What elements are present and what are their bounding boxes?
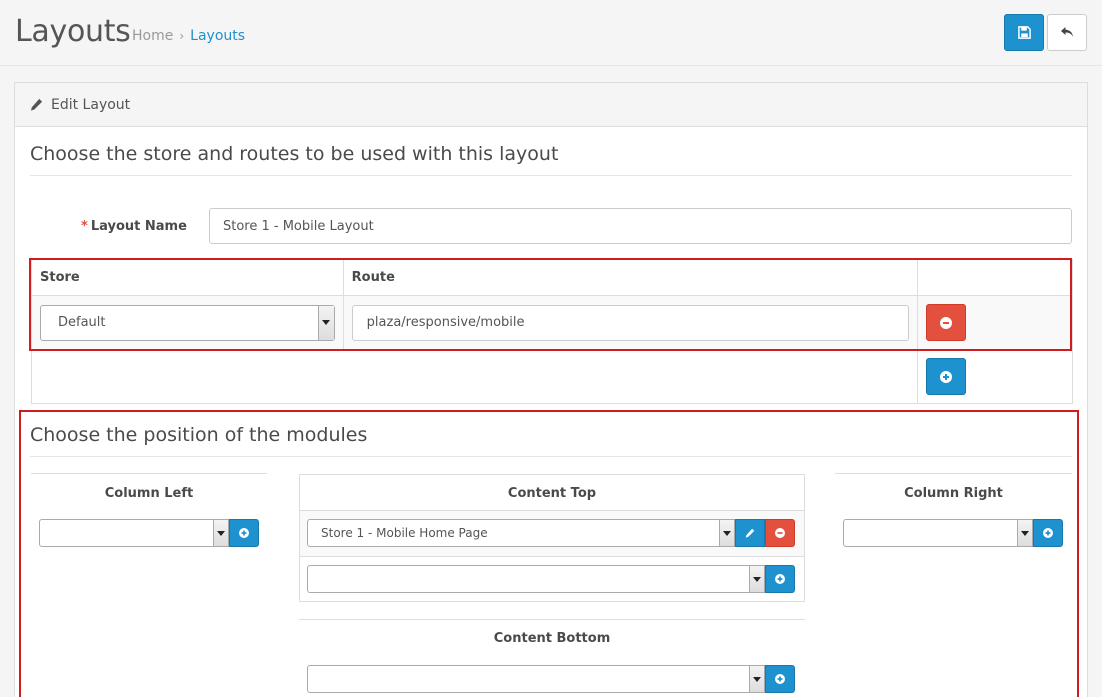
save-button[interactable] [1004,14,1044,51]
content-top-module-select[interactable]: Store 1 - Mobile Home Page [307,519,735,547]
layout-name-label: * Layout Name [81,219,187,234]
plus-circle-icon [239,528,249,538]
modules-legend: Choose the position of the modules [30,424,1072,457]
plus-circle-icon [940,370,953,383]
pencil-icon [745,528,755,538]
column-left-rule [31,473,267,474]
add-route-button[interactable] [926,358,967,395]
table-add-row [30,349,1073,404]
chevron-down-icon [749,566,764,592]
page-title: Layouts [15,14,131,49]
plus-circle-icon [775,574,785,584]
content-top-new-select[interactable] [307,565,765,593]
content-bottom-title: Content Bottom [493,631,611,646]
reply-icon [1061,27,1073,37]
content-bottom-select[interactable] [307,665,765,693]
chevron-down-icon [1017,520,1032,546]
edit-module-button[interactable] [735,519,765,547]
panel-title: Edit Layout [51,96,131,113]
routes-legend: Choose the store and routes to be used w… [30,143,1072,176]
column-header-route: Route [342,259,919,296]
breadcrumb-separator: › [179,29,185,43]
content-top-module-row: Store 1 - Mobile Home Page [307,519,795,547]
remove-module-button[interactable] [765,519,795,547]
chevron-down-icon [317,305,334,340]
page-header: Layouts Home › Layouts [0,0,1102,66]
panel-heading: Edit Layout [15,83,1087,127]
content-bottom-rule [299,619,805,620]
edit-layout-panel: Edit Layout Choose the store and routes … [14,82,1088,697]
column-right-add-button[interactable] [1033,519,1063,547]
chevron-down-icon [213,520,228,546]
remove-route-button[interactable] [926,304,967,341]
pencil-icon [30,98,43,111]
column-left-select[interactable] [39,519,229,547]
chevron-down-icon [719,520,734,546]
column-left-title: Column Left [104,486,194,501]
column-header-store: Store [31,259,344,296]
chevron-down-icon [749,666,764,692]
minus-circle-icon [940,316,953,329]
column-right-row [843,519,1063,547]
column-right-rule [835,473,1072,474]
store-select[interactable]: Default [40,304,335,341]
content-top-title: Content Top [507,486,597,501]
column-left-row [39,519,259,547]
plus-circle-icon [775,674,785,684]
column-header-actions [917,259,1073,296]
column-right-select[interactable] [843,519,1033,547]
route-table: Store Route Default plaza/responsive/mob… [30,259,1073,404]
back-button[interactable] [1047,14,1087,51]
minus-circle-icon [775,528,785,538]
column-right-title: Column Right [904,486,1003,501]
content-top-new-row [307,565,795,593]
table-header-row: Store Route [31,259,1073,296]
route-input[interactable]: plaza/responsive/mobile [351,304,910,341]
content-bottom-add-button[interactable] [765,665,795,693]
column-left-add-button[interactable] [229,519,259,547]
table-row: Default plaza/responsive/mobile [31,295,1073,350]
content-bottom-row [307,665,795,693]
breadcrumb-layouts-link[interactable]: Layouts [190,28,245,44]
breadcrumb: Home › Layouts [132,28,245,44]
content-top-add-button[interactable] [765,565,795,593]
plus-circle-icon [1043,528,1053,538]
layout-name-input[interactable]: Store 1 - Mobile Layout [209,208,1072,244]
breadcrumb-home-link[interactable]: Home [132,28,173,44]
save-icon [1017,26,1031,39]
